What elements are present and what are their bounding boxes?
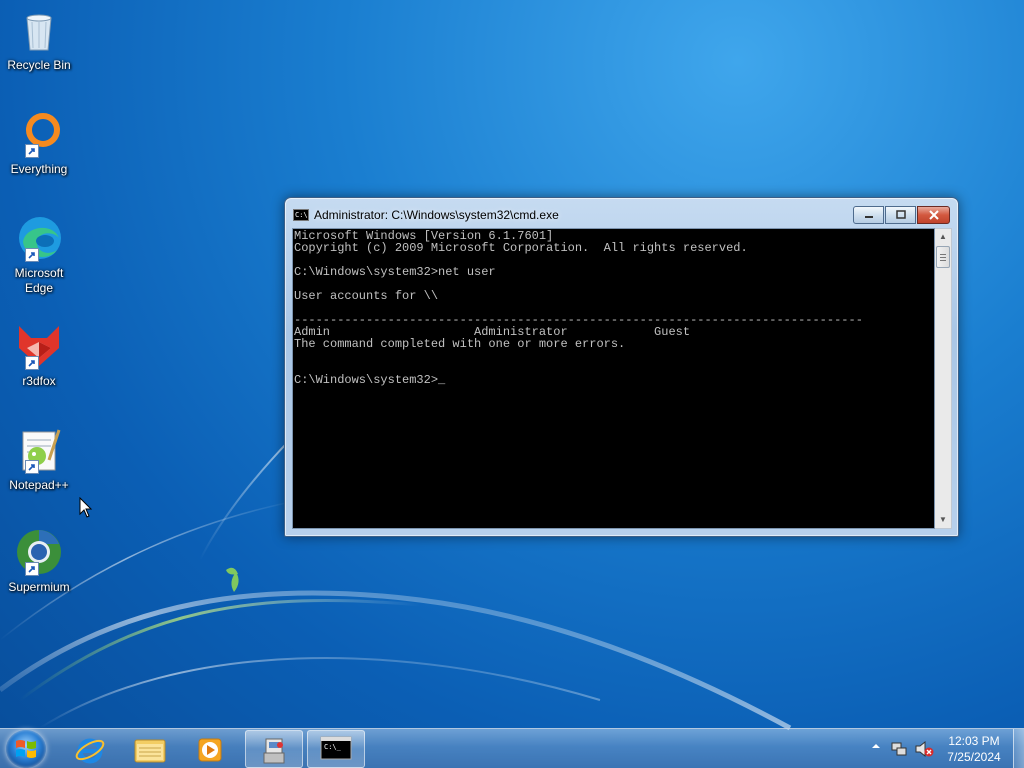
recycle-bin-icon: [15, 6, 63, 54]
close-button[interactable]: [917, 206, 950, 224]
taskbar-control-panel[interactable]: [245, 730, 303, 768]
console-output[interactable]: Microsoft Windows [Version 6.1.7601] Cop…: [292, 228, 935, 529]
desktop-icon-label: Supermium: [8, 580, 70, 594]
close-icon: [928, 210, 939, 220]
text-cursor: _: [438, 373, 446, 387]
taskbar-internet-explorer[interactable]: [61, 730, 119, 768]
control-panel-icon: [263, 738, 285, 764]
desktop-icon-label: Recycle Bin: [7, 58, 71, 72]
shortcut-arrow-icon: [25, 562, 39, 576]
restore-icon: [895, 210, 906, 219]
desktop-icon-notepadpp[interactable]: Notepad++: [2, 426, 76, 493]
desktop-icon-r3dfox[interactable]: r3dfox: [2, 322, 76, 389]
desktop-icon-microsoft-edge[interactable]: Microsoft Edge: [2, 214, 76, 296]
cmd-window[interactable]: C:\ Administrator: C:\Windows\system32\c…: [284, 197, 959, 537]
shortcut-arrow-icon: [25, 144, 39, 158]
title-bar[interactable]: C:\ Administrator: C:\Windows\system32\c…: [285, 198, 958, 228]
shortcut-arrow-icon: [25, 460, 39, 474]
vertical-scrollbar[interactable]: ▲ ▼: [935, 228, 952, 529]
show-desktop-button[interactable]: [1013, 729, 1024, 768]
window-title: Administrator: C:\Windows\system32\cmd.e…: [314, 208, 559, 222]
restore-button[interactable]: [885, 206, 916, 224]
console-line: User accounts for \\: [294, 289, 439, 303]
console-line: Copyright (c) 2009 Microsoft Corporation…: [294, 241, 748, 255]
desktop-icon-label: Notepad++: [9, 478, 69, 492]
edge-icon: [15, 214, 63, 262]
media-player-icon: [198, 738, 222, 762]
svg-text:C:\_: C:\_: [324, 743, 342, 751]
desktop-icon-label: Microsoft Edge: [14, 266, 64, 295]
minimize-button[interactable]: [853, 206, 884, 224]
minimize-icon: [864, 216, 873, 218]
clock-date: 7/25/2024: [947, 750, 1001, 764]
clock[interactable]: 12:03 PM 7/25/2024: [936, 733, 1012, 765]
shortcut-arrow-icon: [25, 356, 39, 370]
volume-muted-icon[interactable]: [914, 740, 934, 758]
console-prompt: C:\Windows\system32>: [294, 373, 439, 387]
scroll-thumb[interactable]: [936, 246, 950, 268]
taskbar-windows-explorer[interactable]: [121, 730, 179, 768]
shortcut-arrow-icon: [25, 248, 39, 262]
taskbar: C:\_ 12:03 PM 7/25/2024: [0, 728, 1024, 768]
taskbar-cmd[interactable]: C:\_: [307, 730, 365, 768]
desktop-icon-recycle-bin[interactable]: Recycle Bin: [2, 6, 76, 73]
mouse-pointer-icon: [79, 497, 93, 518]
scroll-up-icon[interactable]: ▲: [935, 229, 951, 245]
desktop-icon-everything[interactable]: Everything: [2, 110, 76, 177]
folder-icon: [134, 739, 166, 763]
console-line: C:\Windows\system32>net user: [294, 265, 496, 279]
show-hidden-icons[interactable]: [871, 741, 881, 751]
clock-time: 12:03 PM: [948, 734, 1000, 748]
desktop-icon-label: Everything: [10, 162, 68, 176]
scroll-down-icon[interactable]: ▼: [935, 512, 951, 528]
start-button[interactable]: [6, 730, 46, 768]
supermium-icon: [15, 528, 63, 576]
notepadpp-icon: [15, 426, 63, 474]
desktop-icon-label: r3dfox: [22, 374, 56, 388]
r3dfox-icon: [15, 322, 63, 370]
taskbar-media-player[interactable]: [181, 730, 239, 768]
cmd-app-icon[interactable]: C:\: [293, 209, 309, 221]
desktop-icon-supermium[interactable]: Supermium: [2, 528, 76, 595]
console-line: The command completed with one or more e…: [294, 337, 626, 351]
cmd-icon: C:\_: [320, 736, 352, 760]
windows-logo-icon: [16, 740, 36, 758]
network-icon[interactable]: [890, 740, 908, 758]
internet-explorer-icon: [75, 738, 105, 764]
everything-search-icon: [15, 110, 63, 158]
